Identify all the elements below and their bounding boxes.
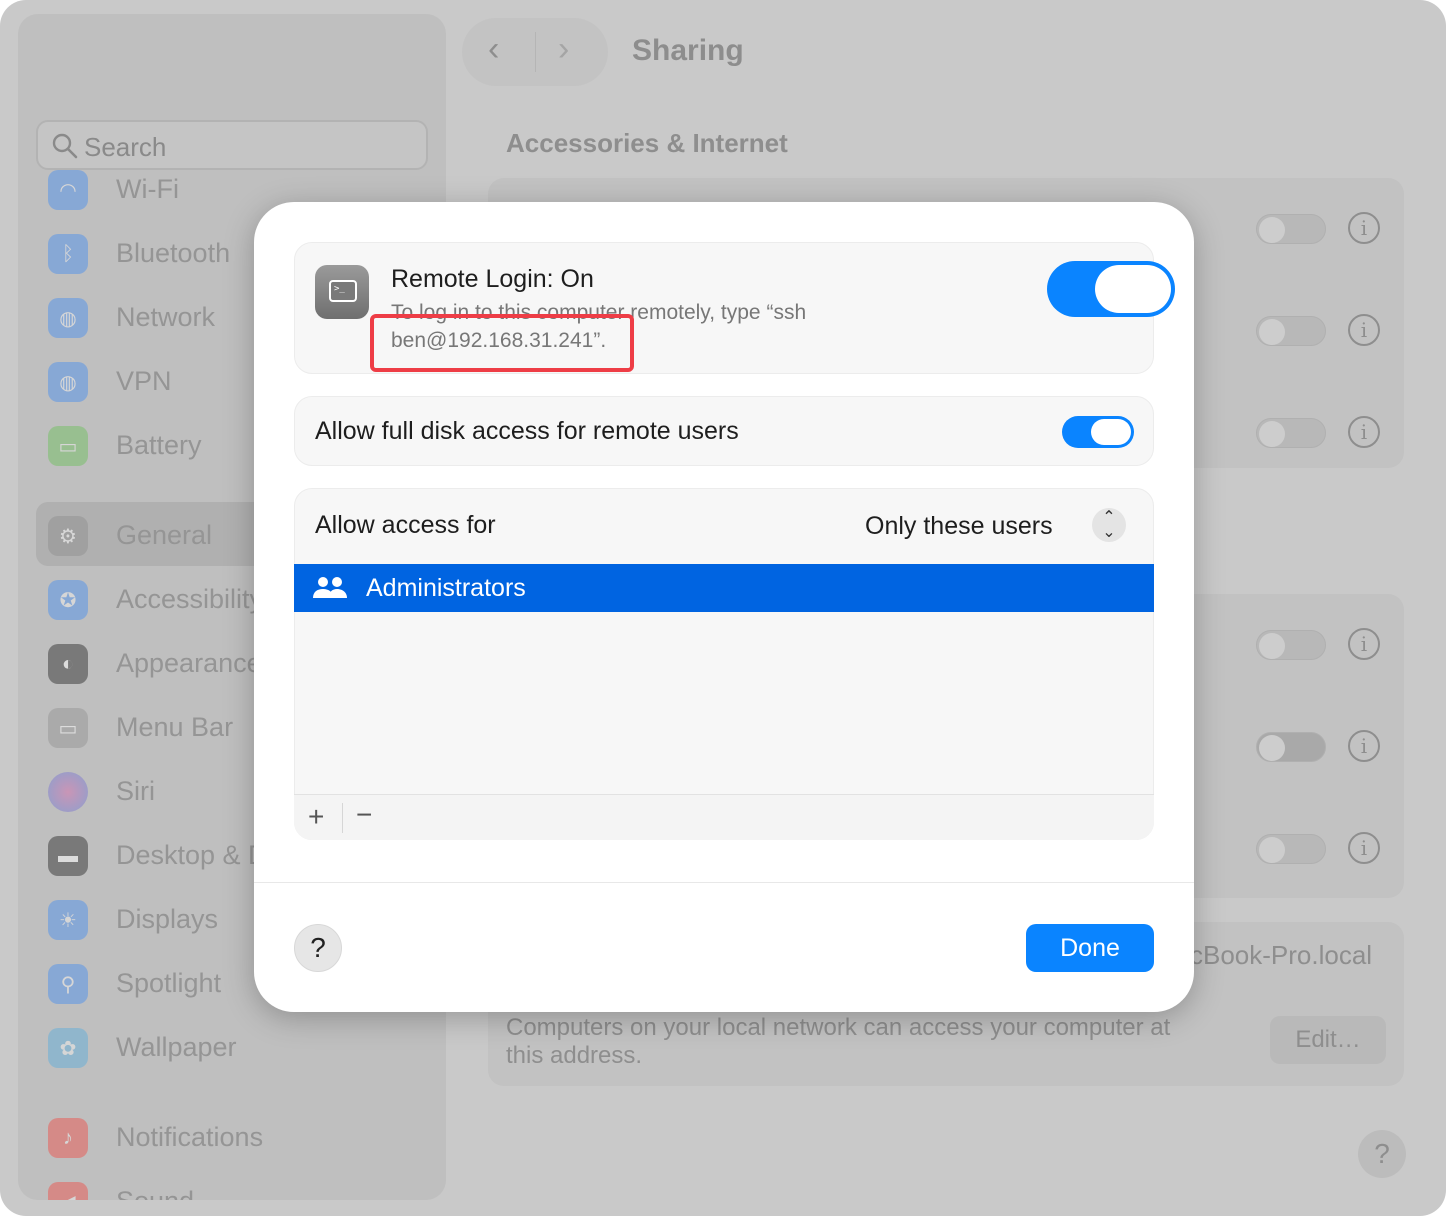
battery-icon: ▭ bbox=[48, 426, 88, 466]
background-toggle[interactable] bbox=[1256, 418, 1326, 448]
remote-login-sheet: >_ Remote Login: On To log in to this co… bbox=[254, 202, 1194, 1012]
help-button[interactable]: ? bbox=[294, 924, 342, 972]
terminal-icon: >_ bbox=[315, 265, 369, 319]
sun-icon: ☀ bbox=[48, 900, 88, 940]
footer-separator bbox=[342, 803, 343, 833]
vpn-globe-icon: ◍ bbox=[48, 362, 88, 402]
siri-icon bbox=[48, 772, 88, 812]
wifi-icon: ◠ bbox=[48, 170, 88, 210]
background-toggle[interactable] bbox=[1256, 732, 1326, 762]
page-title: Sharing bbox=[632, 34, 744, 67]
info-icon[interactable]: i bbox=[1348, 416, 1380, 448]
appearance-icon: ◐ bbox=[48, 644, 88, 684]
popup-stepper-icon[interactable]: ⌃ ⌄ bbox=[1092, 508, 1126, 542]
info-icon[interactable]: i bbox=[1348, 212, 1380, 244]
nav-separator bbox=[535, 32, 536, 72]
sidebar-item-notifications[interactable]: ♪ Notifications bbox=[36, 1104, 428, 1168]
bell-icon: ♪ bbox=[48, 1118, 88, 1158]
globe-icon: ◍ bbox=[48, 298, 88, 338]
system-settings-window: Search ◠ Wi-Fi ᛒ Bluetooth ◍ Network ◍ V… bbox=[0, 0, 1446, 1216]
info-icon[interactable]: i bbox=[1348, 832, 1380, 864]
background-toggle[interactable] bbox=[1256, 214, 1326, 244]
info-icon[interactable]: i bbox=[1348, 628, 1380, 660]
navigation-pill: ‹ › bbox=[462, 18, 608, 86]
flower-icon: ✿ bbox=[48, 1028, 88, 1068]
sidebar-group-notifications: ♪ Notifications ◀ Sound bbox=[36, 1104, 428, 1200]
highlight-box bbox=[370, 314, 634, 372]
local-hostname: cBook-Pro.local bbox=[1190, 940, 1373, 970]
back-chevron-icon[interactable]: ‹ bbox=[488, 30, 499, 69]
forward-chevron-icon[interactable]: › bbox=[558, 30, 569, 69]
done-button[interactable]: Done bbox=[1026, 924, 1154, 972]
full-disk-access-label: Allow full disk access for remote users bbox=[315, 417, 739, 445]
bluetooth-icon: ᛒ bbox=[48, 234, 88, 274]
background-toggle[interactable] bbox=[1256, 834, 1326, 864]
magnifier-icon: ⚲ bbox=[48, 964, 88, 1004]
allow-access-label: Allow access for bbox=[315, 511, 496, 539]
sidebar-item-wallpaper[interactable]: ✿ Wallpaper bbox=[36, 1014, 428, 1078]
full-disk-access-toggle[interactable] bbox=[1062, 416, 1134, 448]
sheet-divider bbox=[254, 882, 1194, 883]
address-note: Computers on your local network can acce… bbox=[506, 1014, 1171, 1069]
remote-login-title: Remote Login: On bbox=[391, 265, 594, 293]
remove-user-button[interactable]: − bbox=[356, 799, 372, 831]
sidebar-item-sound[interactable]: ◀ Sound bbox=[36, 1168, 428, 1200]
access-popup-value[interactable]: Only these users bbox=[865, 512, 1053, 541]
full-disk-access-card: Allow full disk access for remote users bbox=[294, 396, 1154, 466]
group-icon bbox=[313, 577, 347, 598]
menubar-icon: ▭ bbox=[48, 708, 88, 748]
info-icon[interactable]: i bbox=[1348, 314, 1380, 346]
background-toggle[interactable] bbox=[1256, 630, 1326, 660]
background-toggle[interactable] bbox=[1256, 316, 1326, 346]
gear-icon: ⚙ bbox=[48, 516, 88, 556]
list-footer: + − bbox=[294, 794, 1154, 840]
accessibility-icon: ✪ bbox=[48, 580, 88, 620]
section-title: Accessories & Internet bbox=[506, 128, 788, 158]
user-list-row[interactable]: Administrators bbox=[294, 564, 1154, 612]
add-user-button[interactable]: + bbox=[308, 801, 324, 833]
speaker-icon: ◀ bbox=[48, 1182, 88, 1200]
dock-icon: ▬ bbox=[48, 836, 88, 876]
info-icon[interactable]: i bbox=[1348, 730, 1380, 762]
background-help-button[interactable]: ? bbox=[1358, 1130, 1406, 1178]
edit-hostname-button[interactable]: Edit… bbox=[1270, 1016, 1386, 1064]
remote-login-toggle[interactable] bbox=[1047, 261, 1175, 317]
user-group-label: Administrators bbox=[366, 574, 526, 602]
